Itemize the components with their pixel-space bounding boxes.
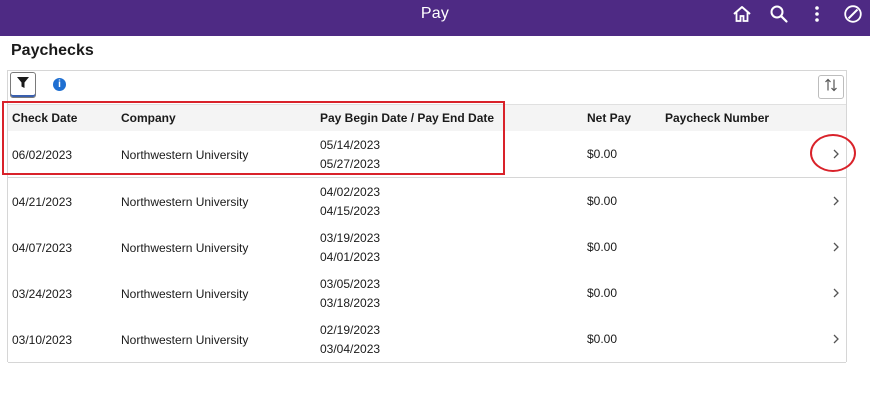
pay-end-date: 03/18/2023 [320, 296, 381, 310]
pay-begin-date: 04/02/2023 [320, 185, 381, 199]
check-date: 03/10/2023 [12, 333, 73, 347]
search-icon[interactable] [768, 3, 790, 25]
sort-icon [824, 78, 838, 97]
chevron-right-icon[interactable] [831, 194, 841, 208]
pay-end-date: 04/15/2023 [320, 204, 381, 218]
check-date: 06/02/2023 [12, 148, 73, 162]
company: Northwestern University [121, 241, 249, 255]
company: Northwestern University [121, 333, 249, 347]
compass-icon[interactable] [842, 3, 864, 25]
table-row[interactable]: 03/10/2023 Northwestern University 02/19… [8, 316, 846, 363]
table-row[interactable]: 04/21/2023 Northwestern University 04/02… [8, 178, 846, 225]
company: Northwestern University [121, 195, 249, 209]
more-vertical-icon[interactable] [806, 3, 828, 25]
net-pay: $0.00 [587, 147, 618, 161]
filter-button[interactable] [10, 72, 36, 98]
pay-begin-date: 03/05/2023 [320, 277, 381, 291]
column-header-check-date[interactable]: Check Date [12, 111, 77, 125]
table-row[interactable]: 04/07/2023 Northwestern University 03/19… [8, 224, 846, 271]
chevron-right-icon[interactable] [831, 240, 841, 254]
net-pay: $0.00 [587, 194, 618, 208]
check-date: 04/21/2023 [12, 195, 73, 209]
home-icon[interactable] [731, 3, 753, 25]
info-icon[interactable]: i [53, 78, 66, 91]
table-row[interactable]: 06/02/2023 Northwestern University 05/14… [8, 131, 846, 178]
net-pay: $0.00 [587, 240, 618, 254]
chevron-right-icon[interactable] [831, 286, 841, 300]
filter-icon [16, 76, 30, 95]
pay-begin-date: 05/14/2023 [320, 138, 381, 152]
column-header-net-pay[interactable]: Net Pay [587, 111, 631, 125]
chevron-right-icon[interactable] [831, 332, 841, 346]
company: Northwestern University [121, 287, 249, 301]
column-header-pay-period[interactable]: Pay Begin Date / Pay End Date [320, 111, 494, 125]
page-title: Paychecks [11, 42, 94, 59]
pay-begin-date: 02/19/2023 [320, 323, 381, 337]
pay-end-date: 03/04/2023 [320, 342, 381, 356]
column-header-paycheck-number[interactable]: Paycheck Number [665, 111, 769, 125]
table-row[interactable]: 03/24/2023 Northwestern University 03/05… [8, 270, 846, 317]
company: Northwestern University [121, 148, 249, 162]
pay-end-date: 05/27/2023 [320, 157, 381, 171]
top-banner: Pay [0, 0, 870, 36]
table-header: Check Date Company Pay Begin Date / Pay … [8, 104, 846, 132]
net-pay: $0.00 [587, 286, 618, 300]
check-date: 04/07/2023 [12, 241, 73, 255]
pay-begin-date: 03/19/2023 [320, 231, 381, 245]
pay-end-date: 04/01/2023 [320, 250, 381, 264]
check-date: 03/24/2023 [12, 287, 73, 301]
net-pay: $0.00 [587, 332, 618, 346]
chevron-right-icon[interactable] [831, 147, 841, 161]
sort-button[interactable] [818, 75, 844, 99]
column-header-company[interactable]: Company [121, 111, 176, 125]
